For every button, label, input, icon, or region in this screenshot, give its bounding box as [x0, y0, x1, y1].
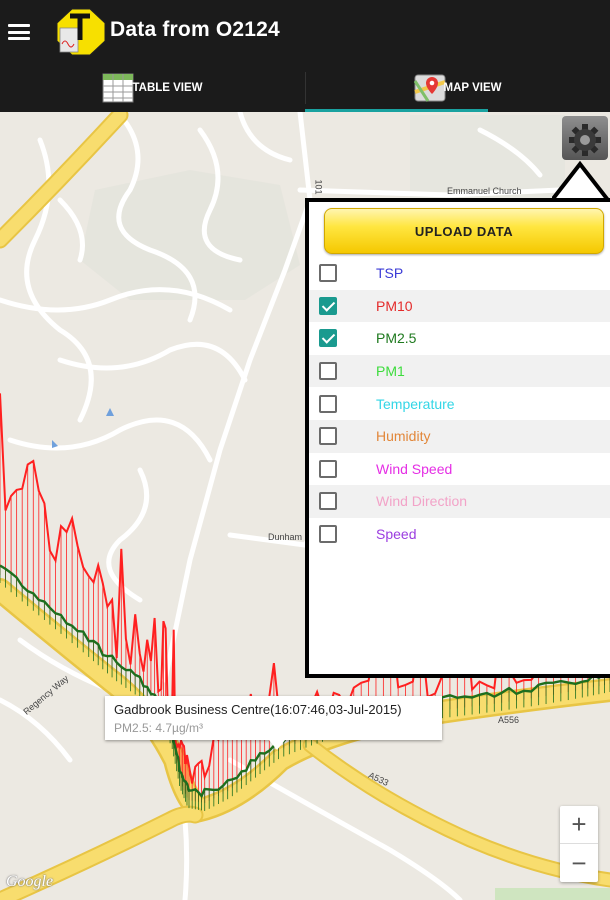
- option-wind-speed[interactable]: Wind Speed: [309, 452, 610, 486]
- checkbox[interactable]: [319, 329, 337, 348]
- app-title: Data from O2124: [110, 18, 280, 41]
- settings-button[interactable]: [562, 116, 608, 160]
- checkbox[interactable]: [319, 296, 337, 315]
- app-bar: Data from O2124: [0, 0, 610, 64]
- checkbox[interactable]: [319, 459, 337, 478]
- option-label: PM1: [376, 363, 405, 380]
- map-pin-icon: [413, 74, 446, 102]
- info-window-tail: [269, 740, 285, 750]
- option-label: PM2.5: [376, 330, 417, 347]
- option-label: Humidity: [376, 428, 431, 445]
- google-attribution: Google: [6, 873, 54, 890]
- option-temperature[interactable]: Temperature: [309, 387, 610, 420]
- option-wind-direction[interactable]: Wind Direction: [309, 485, 610, 518]
- checkbox[interactable]: [319, 362, 337, 381]
- zoom-controls: + −: [560, 806, 598, 882]
- upload-data-button[interactable]: UPLOAD DATA: [324, 208, 604, 254]
- gear-icon: [569, 124, 601, 156]
- hamburger-menu-icon: [8, 24, 30, 40]
- checkbox[interactable]: [319, 525, 337, 544]
- zoom-in-button[interactable]: +: [560, 806, 598, 844]
- option-label: PM10: [376, 297, 413, 314]
- tab-label: MAP VIEW: [443, 82, 502, 94]
- option-pm10[interactable]: PM10: [309, 289, 610, 323]
- option-pm25[interactable]: PM2.5: [309, 322, 610, 355]
- layer-options-panel: UPLOAD DATA TSP PM10 PM2.5 PM1 Temperatu…: [305, 198, 610, 678]
- option-label: Speed: [376, 526, 417, 543]
- option-tsp[interactable]: TSP: [309, 257, 610, 290]
- map-label-dunham: Dunham: [268, 532, 303, 542]
- zoom-out-button[interactable]: −: [560, 844, 598, 882]
- option-label: TSP: [376, 265, 404, 282]
- map-label-road-101: 101: [313, 179, 324, 195]
- tab-map-view[interactable]: MAP VIEW: [305, 64, 610, 112]
- option-speed[interactable]: Speed: [309, 517, 610, 551]
- checkbox[interactable]: [319, 394, 337, 413]
- tab-table-view[interactable]: TABLE VIEW: [0, 64, 305, 112]
- map-label-church: Emmanuel Church: [447, 186, 522, 196]
- option-label: Temperature: [376, 395, 455, 412]
- parameter-list: TSP PM10 PM2.5 PM1 Temperature Humidity …: [309, 257, 610, 551]
- tab-divider: [305, 72, 306, 104]
- checkbox[interactable]: [319, 427, 337, 446]
- app-logo-icon: [56, 8, 106, 56]
- map-label-a556: A556: [498, 715, 520, 725]
- info-window-title: Gadbrook Business Centre(16:07:46,03-Jul…: [114, 702, 402, 717]
- option-pm1[interactable]: PM1: [309, 354, 610, 388]
- option-label: Wind Direction: [376, 493, 468, 510]
- info-window-value: PM2.5: 4.7µg/m³: [114, 721, 203, 735]
- tab-label: TABLE VIEW: [132, 82, 203, 94]
- option-humidity[interactable]: Humidity: [309, 419, 610, 453]
- checkbox[interactable]: [319, 264, 337, 283]
- option-label: Wind Speed: [376, 460, 453, 477]
- table-icon: [102, 73, 134, 103]
- marker-info-window[interactable]: Gadbrook Business Centre(16:07:46,03-Jul…: [105, 696, 442, 750]
- checkbox[interactable]: [319, 492, 337, 511]
- panel-pointer: [552, 160, 610, 202]
- hamburger-menu-button[interactable]: [0, 0, 64, 64]
